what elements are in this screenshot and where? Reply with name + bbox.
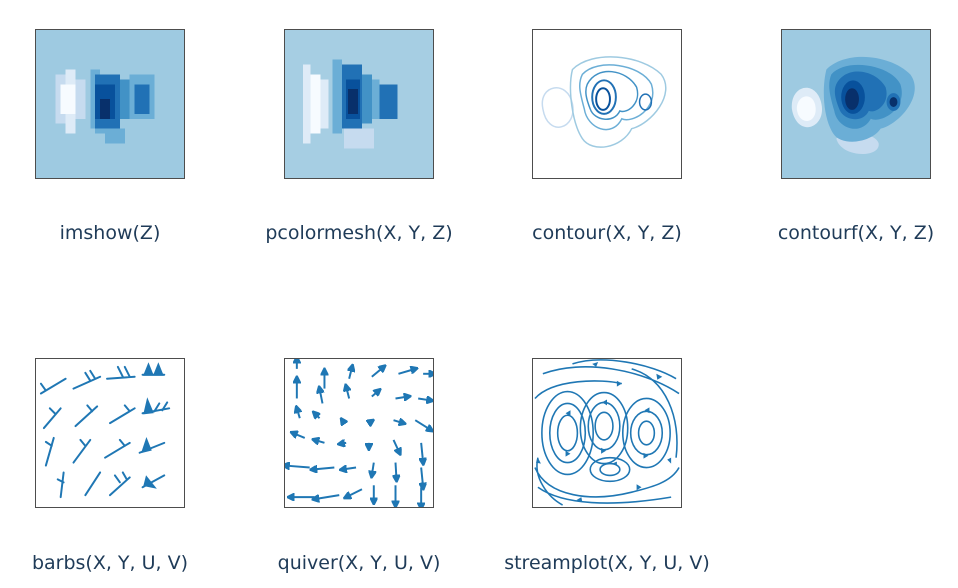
quiver-arrows-icon[interactable] xyxy=(284,358,434,508)
contour-thumbnail xyxy=(541,56,667,148)
gallery-caption[interactable]: contourf(X, Y, Z) xyxy=(736,222,958,244)
pcolormesh-heatmap-icon[interactable] xyxy=(284,29,434,179)
gallery-caption[interactable]: streamplot(X, Y, U, V) xyxy=(487,552,727,574)
contour-lines-icon[interactable] xyxy=(532,29,682,179)
gallery-caption[interactable]: barbs(X, Y, U, V) xyxy=(0,552,230,574)
imshow-heatmap-icon[interactable] xyxy=(35,29,185,179)
imshow-thumbnail xyxy=(36,30,184,178)
gallery-caption[interactable]: imshow(Z) xyxy=(0,222,230,244)
streamplot-thumbnail xyxy=(534,359,680,506)
barbs-thumbnail xyxy=(39,362,171,499)
contourf-filled-icon[interactable] xyxy=(781,29,931,179)
contourf-thumbnail xyxy=(782,30,930,178)
pcolormesh-thumbnail xyxy=(285,30,433,178)
quiver-thumbnail xyxy=(285,359,433,507)
gallery-caption[interactable]: contour(X, Y, Z) xyxy=(487,222,727,244)
streamplot-flow-icon[interactable] xyxy=(532,358,682,508)
barbs-wind-icon[interactable] xyxy=(35,358,185,508)
gallery-caption[interactable]: pcolormesh(X, Y, Z) xyxy=(239,222,479,244)
gallery-caption[interactable]: quiver(X, Y, U, V) xyxy=(239,552,479,574)
